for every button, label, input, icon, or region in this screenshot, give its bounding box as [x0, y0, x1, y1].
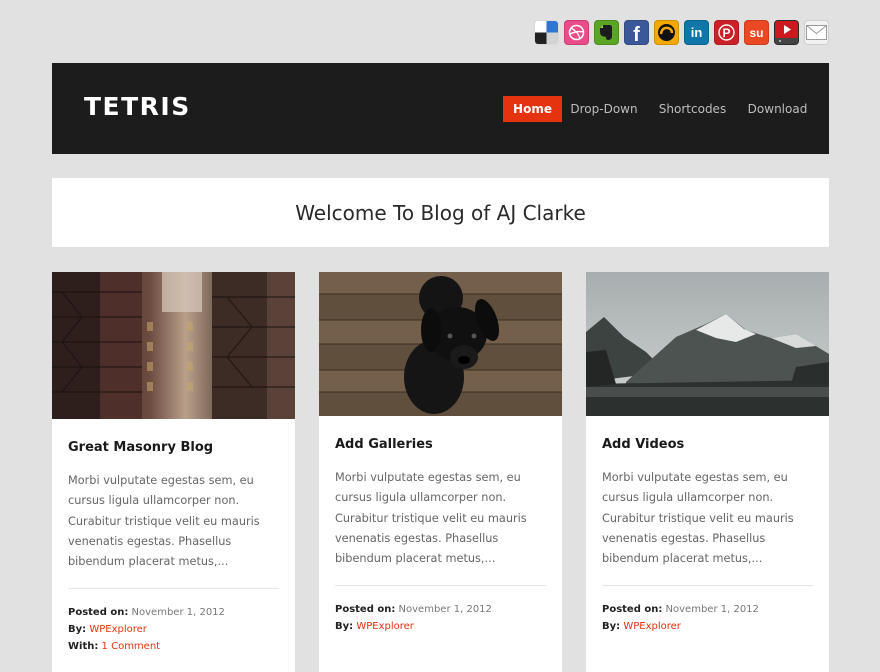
divider: [335, 585, 546, 586]
post-title[interactable]: Add Videos: [602, 437, 684, 452]
evernote-icon[interactable]: [594, 20, 619, 45]
stumbleupon-glyph: su: [749, 25, 764, 40]
nav-item-shortcodes[interactable]: Shortcodes: [655, 96, 730, 122]
mail-icon[interactable]: [804, 20, 829, 45]
comments-link[interactable]: 1 Comment: [102, 641, 161, 652]
author-link[interactable]: WPExplorer: [356, 621, 414, 632]
nav-item-home[interactable]: Home: [503, 96, 562, 122]
post-thumbnail-city[interactable]: [52, 272, 295, 419]
author-link[interactable]: WPExplorer: [89, 624, 147, 635]
dribbble-icon[interactable]: [564, 20, 589, 45]
post-date: November 1, 2012: [398, 604, 492, 615]
post-card: Great Masonry Blog Morbi vulputate egest…: [52, 272, 295, 672]
divider: [602, 585, 813, 586]
stumbleupon-icon[interactable]: su: [744, 20, 769, 45]
post-date: November 1, 2012: [665, 604, 759, 615]
post-title[interactable]: Add Galleries: [335, 437, 433, 452]
post-title[interactable]: Great Masonry Blog: [68, 440, 213, 455]
post-thumbnail-dog[interactable]: [319, 272, 562, 416]
comments-label: With:: [68, 641, 99, 652]
divider: [68, 588, 279, 589]
linkedin-icon[interactable]: in: [684, 20, 709, 45]
post-meta: Posted on: November 1, 2012 By: WPExplor…: [335, 601, 492, 635]
facebook-glyph: f: [633, 24, 640, 45]
svg-text:P: P: [722, 26, 730, 40]
post-excerpt: Morbi vulputate egestas sem, eu cursus l…: [335, 471, 527, 566]
post-card: Add Videos Morbi vulputate egestas sem, …: [586, 272, 829, 672]
nav-item-drop-down[interactable]: Drop-Down: [567, 96, 641, 122]
facebook-icon[interactable]: f: [624, 20, 649, 45]
site-logo[interactable]: TETRIS: [84, 94, 191, 119]
delicious-icon[interactable]: [534, 20, 559, 45]
nav-item-download[interactable]: Download: [744, 96, 811, 122]
post-card: Add Galleries Morbi vulputate egestas se…: [319, 272, 562, 672]
author-link[interactable]: WPExplorer: [623, 621, 681, 632]
pinterest-icon[interactable]: P: [714, 20, 739, 45]
grooveshark-icon[interactable]: [654, 20, 679, 45]
post-excerpt: Morbi vulputate egestas sem, eu cursus l…: [68, 474, 260, 569]
posted-on-label: Posted on:: [335, 604, 396, 615]
posted-on-label: Posted on:: [68, 607, 129, 618]
welcome-title: Welcome To Blog of AJ Clarke: [295, 200, 586, 225]
post-thumbnail-mountain[interactable]: [586, 272, 829, 416]
post-date: November 1, 2012: [131, 607, 225, 618]
post-meta: Posted on: November 1, 2012 By: WPExplor…: [602, 601, 759, 635]
youtube-icon[interactable]: [774, 20, 799, 45]
author-label: By:: [68, 624, 87, 635]
post-meta: Posted on: November 1, 2012 By: WPExplor…: [68, 604, 225, 655]
author-label: By:: [602, 621, 621, 632]
post-excerpt: Morbi vulputate egestas sem, eu cursus l…: [602, 471, 794, 566]
social-icons: f in P su: [534, 20, 830, 47]
posted-on-label: Posted on:: [602, 604, 663, 615]
linkedin-glyph: in: [690, 25, 703, 40]
welcome-banner: Welcome To Blog of AJ Clarke: [52, 178, 829, 247]
site-header: TETRIS Home Drop-Down Shortcodes Downloa…: [52, 63, 829, 154]
author-label: By:: [335, 621, 354, 632]
